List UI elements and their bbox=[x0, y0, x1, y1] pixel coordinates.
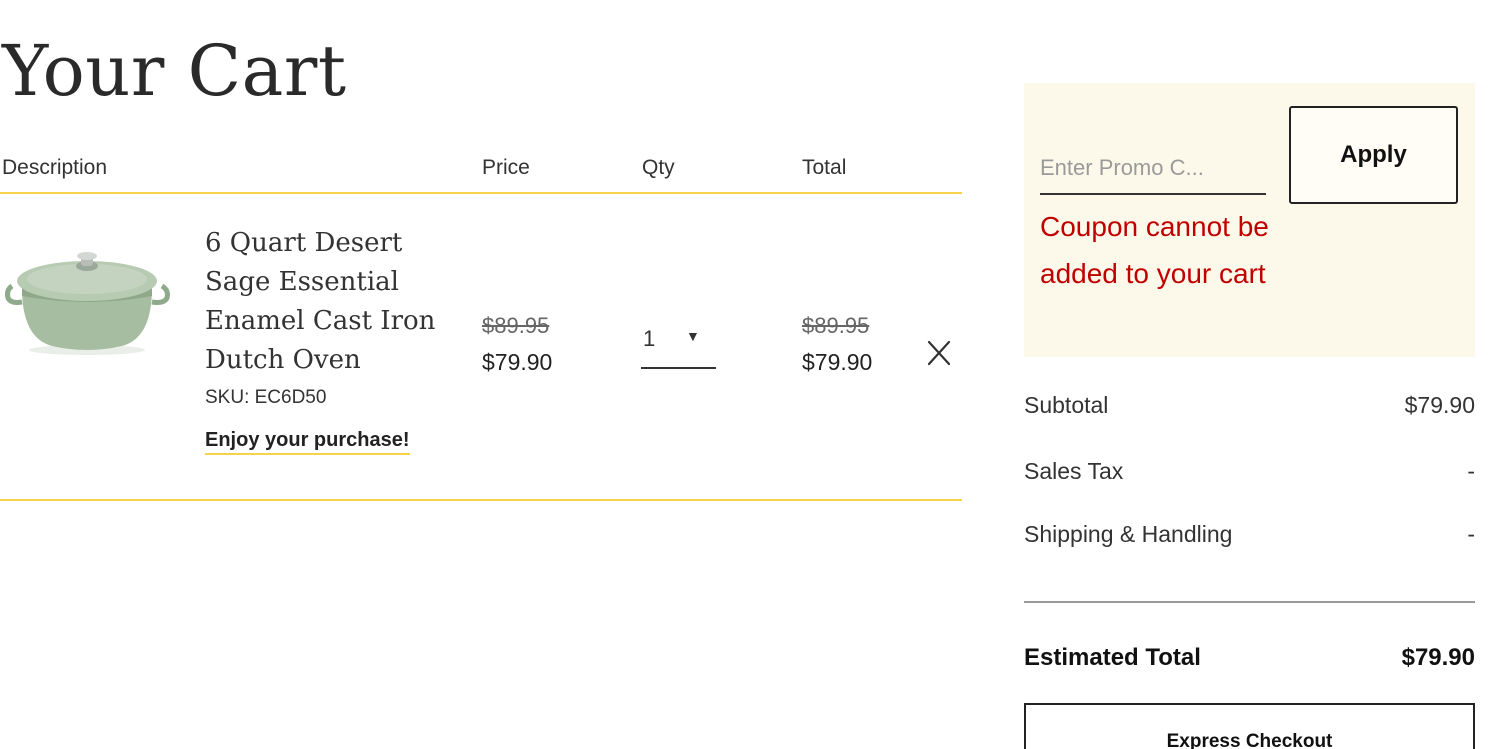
promo-code-input[interactable] bbox=[1040, 143, 1266, 193]
cart-table: Description Price Qty Total 6 Quart Dese… bbox=[0, 150, 962, 502]
shipping-label: Shipping & Handling bbox=[1024, 521, 1233, 547]
table-divider-bottom bbox=[0, 499, 962, 501]
remove-item-button[interactable] bbox=[924, 336, 954, 370]
promo-code-panel: Apply Coupon cannot be added to your car… bbox=[1024, 83, 1475, 357]
product-image[interactable] bbox=[2, 246, 172, 358]
product-sku: SKU: EC6D50 bbox=[205, 387, 327, 408]
table-divider-top bbox=[0, 192, 962, 194]
product-promo-message: Enjoy your purchase! bbox=[205, 429, 410, 455]
estimated-total-label: Estimated Total bbox=[1024, 644, 1201, 671]
close-icon bbox=[927, 340, 951, 366]
header-price: Price bbox=[482, 156, 530, 179]
caret-down-icon: ▼ bbox=[686, 328, 700, 344]
estimated-total-value: $79.90 bbox=[1401, 644, 1475, 671]
sales-tax-value: - bbox=[1467, 458, 1475, 484]
page-title: Your Cart bbox=[2, 30, 347, 112]
summary-divider bbox=[1024, 601, 1475, 603]
shipping-value: - bbox=[1467, 521, 1475, 547]
promo-input-wrapper bbox=[1040, 143, 1266, 195]
quantity-select[interactable]: 1 ▼ bbox=[641, 322, 716, 369]
header-description: Description bbox=[2, 156, 108, 179]
original-total: $89.95 bbox=[802, 313, 870, 338]
apply-promo-button[interactable]: Apply bbox=[1289, 106, 1458, 204]
original-price: $89.95 bbox=[482, 313, 550, 338]
quantity-value: 1 bbox=[643, 326, 656, 351]
sales-tax-label: Sales Tax bbox=[1024, 458, 1124, 484]
subtotal-label: Subtotal bbox=[1024, 392, 1109, 418]
sale-price: $79.90 bbox=[482, 349, 553, 375]
coupon-error-message: Coupon cannot be added to your cart bbox=[1040, 211, 1269, 289]
express-checkout-button[interactable]: Express Checkout bbox=[1024, 703, 1475, 749]
subtotal-value: $79.90 bbox=[1404, 392, 1475, 418]
header-qty: Qty bbox=[642, 156, 675, 179]
header-total: Total bbox=[802, 156, 847, 179]
product-name[interactable]: 6 Quart Desert Sage Essential Enamel Cas… bbox=[205, 224, 445, 380]
sale-total: $79.90 bbox=[802, 349, 873, 375]
